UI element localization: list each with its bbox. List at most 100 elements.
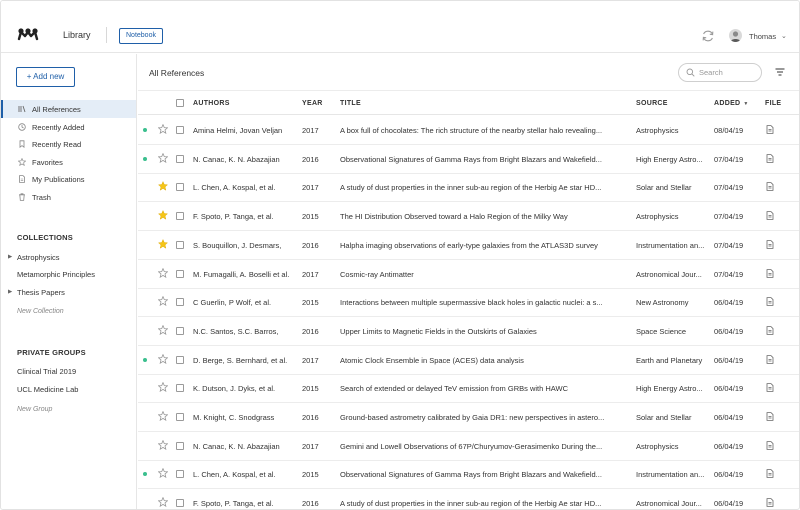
- table-row[interactable]: M. Knight, C. Snodgrass 2016 Ground-based …: [138, 403, 799, 432]
- table-row[interactable]: S. Bouquillon, J. Desmars, 2016 Halpha ima…: [138, 231, 799, 260]
- row-checkbox[interactable]: [176, 212, 184, 221]
- pdf-file-icon[interactable]: [766, 153, 774, 163]
- table-row[interactable]: N. Canac, K. N. Abazajian 2016 Observation…: [138, 145, 799, 174]
- pdf-file-icon[interactable]: [766, 125, 774, 134]
- row-checkbox[interactable]: [176, 470, 184, 479]
- select-all-checkbox[interactable]: [176, 99, 184, 107]
- sidebar-item-my-publications[interactable]: My Publications: [1, 170, 136, 188]
- column-header-title[interactable]: TITLE: [340, 100, 361, 107]
- row-checkbox[interactable]: [176, 126, 184, 134]
- new-collection-link[interactable]: New Collection: [17, 308, 64, 315]
- table-row[interactable]: F. Spoto, P. Tanga, et al. 2016 A study of…: [138, 489, 799, 509]
- pdf-file-icon[interactable]: [766, 469, 774, 479]
- search-input[interactable]: Search: [678, 63, 762, 82]
- pdf-file-icon[interactable]: [766, 239, 774, 249]
- filter-icon[interactable]: [775, 68, 785, 76]
- chevron-right-icon[interactable]: ▶: [8, 289, 12, 295]
- sidebar-item-recently-added[interactable]: Recently Added: [1, 118, 136, 136]
- row-checkbox[interactable]: [176, 441, 184, 450]
- cell-authors: N.C. Santos, S.C. Barros,: [193, 326, 279, 336]
- collection-item-metamorphic-principles[interactable]: Metamorphic Principles: [17, 270, 95, 279]
- pdf-file-icon[interactable]: [766, 412, 774, 421]
- document-icon: [18, 175, 26, 183]
- star-filled-icon[interactable]: [158, 238, 168, 249]
- group-item-clinical-trial[interactable]: Clinical Trial 2019: [17, 367, 76, 376]
- column-header-added[interactable]: ADDED ▼: [714, 100, 749, 107]
- sync-icon[interactable]: [701, 29, 715, 43]
- star-icon[interactable]: [158, 468, 168, 479]
- app-title[interactable]: Library: [63, 30, 91, 40]
- table-row[interactable]: K. Dutson, J. Dyks, et al. 2015 Search of …: [138, 374, 799, 404]
- table-row[interactable]: L. Chen, A. Kospal, et al. 2017 A study of…: [138, 173, 799, 203]
- user-name[interactable]: Thomas: [749, 32, 776, 41]
- row-checkbox[interactable]: [176, 269, 184, 278]
- table-row[interactable]: D. Berge, S. Bernhard, et al. 2017 Atomic …: [138, 346, 799, 375]
- star-icon[interactable]: [158, 152, 168, 163]
- cell-authors: M. Knight, C. Snodgrass: [193, 413, 275, 422]
- table-row[interactable]: N.C. Santos, S.C. Barros, 2016 Upper Limit…: [138, 317, 799, 346]
- pdf-file-icon[interactable]: [766, 326, 774, 335]
- cell-authors: F. Spoto, P. Tanga, et al.: [193, 499, 274, 509]
- cell-source: Instrumentation an...: [636, 240, 705, 250]
- table-row[interactable]: N. Canac, K. N. Abazajian 2017 Gemini and …: [138, 432, 799, 461]
- cell-added: 06/04/19: [714, 499, 744, 509]
- star-icon[interactable]: [158, 411, 168, 421]
- collections-heading: COLLECTIONS: [17, 233, 73, 242]
- sidebar-item-all-references[interactable]: All References: [1, 100, 136, 118]
- notebook-button[interactable]: Notebook: [119, 28, 163, 44]
- star-filled-icon[interactable]: [158, 210, 168, 220]
- cell-added: 07/04/19: [714, 269, 744, 279]
- pdf-file-icon[interactable]: [766, 297, 774, 306]
- pdf-file-icon[interactable]: [766, 182, 774, 192]
- row-checkbox[interactable]: [176, 384, 184, 393]
- new-group-link[interactable]: New Group: [17, 406, 52, 413]
- sidebar-item-recently-read[interactable]: Recently Read: [1, 135, 136, 153]
- table-row[interactable]: C Guerlin, P Wolf, et al. 2015 Interaction…: [138, 288, 799, 318]
- star-icon[interactable]: [158, 353, 168, 364]
- star-icon[interactable]: [158, 324, 168, 335]
- pdf-file-icon[interactable]: [766, 268, 774, 278]
- sidebar-item-trash[interactable]: Trash: [1, 188, 136, 206]
- star-icon[interactable]: [158, 296, 168, 307]
- row-checkbox[interactable]: [176, 183, 184, 192]
- column-header-file[interactable]: FILE: [765, 100, 781, 107]
- column-header-authors[interactable]: AUTHORS: [193, 100, 230, 107]
- sidebar-item-favorites[interactable]: Favorites: [1, 153, 136, 171]
- collection-item-thesis-papers[interactable]: Thesis Papers: [17, 288, 65, 297]
- chevron-right-icon[interactable]: ▶: [8, 254, 12, 260]
- table-row[interactable]: F. Spoto, P. Tanga, et al. 2015 The HI Dis…: [138, 202, 799, 232]
- table-row[interactable]: L. Chen, A. Kospal, et al. 2015 Observatio…: [138, 460, 799, 490]
- pdf-file-icon[interactable]: [766, 440, 774, 450]
- pdf-file-icon[interactable]: [766, 211, 774, 220]
- avatar[interactable]: [729, 29, 742, 42]
- sort-desc-icon[interactable]: ▼: [743, 101, 748, 107]
- table-row[interactable]: M. Fumagalli, A. Boselli et al. 2017 Cosmi…: [138, 260, 799, 289]
- pdf-file-icon[interactable]: [766, 354, 774, 364]
- row-checkbox[interactable]: [176, 326, 184, 335]
- cell-year: 2015: [302, 298, 319, 308]
- column-header-source[interactable]: SOURCE: [636, 100, 668, 107]
- star-filled-icon[interactable]: [158, 181, 168, 192]
- row-checkbox[interactable]: [176, 499, 184, 508]
- star-icon[interactable]: [158, 439, 168, 450]
- column-header-year[interactable]: YEAR: [302, 100, 323, 107]
- star-icon[interactable]: [158, 382, 168, 393]
- star-icon[interactable]: [158, 267, 168, 278]
- cell-year: 2017: [302, 269, 319, 279]
- row-checkbox[interactable]: [176, 298, 184, 307]
- row-checkbox[interactable]: [176, 355, 184, 364]
- search-placeholder: Search: [699, 68, 723, 77]
- pdf-file-icon[interactable]: [766, 498, 774, 507]
- row-checkbox[interactable]: [176, 240, 184, 249]
- group-item-ucl-medicine-lab[interactable]: UCL Medicine Lab: [17, 385, 78, 394]
- row-checkbox[interactable]: [176, 154, 184, 163]
- row-checkbox[interactable]: [176, 413, 184, 421]
- add-new-button[interactable]: + Add new: [16, 67, 75, 87]
- star-icon[interactable]: [158, 124, 168, 134]
- star-icon[interactable]: [158, 497, 168, 508]
- collection-item-astrophysics[interactable]: Astrophysics: [17, 253, 60, 262]
- mendeley-logo-icon[interactable]: [17, 27, 39, 41]
- table-row[interactable]: Amina Helmi, Jovan Veljan 2017 A box full …: [138, 116, 799, 145]
- chevron-down-icon[interactable]: ⌄: [781, 32, 787, 40]
- pdf-file-icon[interactable]: [766, 383, 774, 393]
